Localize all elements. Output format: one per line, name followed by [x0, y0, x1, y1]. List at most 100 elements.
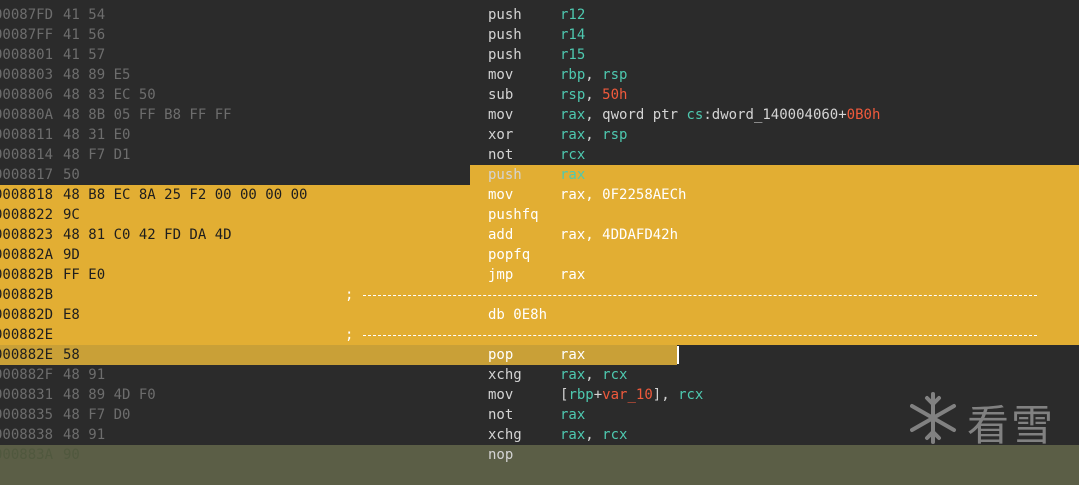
disasm-line[interactable]: 000882E 58 pop rax — [0, 345, 1079, 365]
instruction-mnemonic[interactable]: xchg — [488, 426, 522, 444]
opcode-bytes: 48 31 E0 — [63, 127, 131, 143]
instruction-mnemonic[interactable]: add — [488, 226, 513, 244]
disasm-line[interactable]: 000882B FF E0 jmp rax — [0, 265, 1079, 285]
line-address: 000882F — [0, 367, 54, 383]
instruction-mnemonic[interactable]: xchg — [488, 366, 522, 384]
instruction-mnemonic[interactable]: push — [488, 166, 522, 184]
instruction-operands[interactable]: r15 — [560, 46, 585, 64]
instruction-operands[interactable]: rsp, 50h — [560, 86, 627, 104]
instruction-operands[interactable]: rax — [560, 406, 585, 424]
instruction-mnemonic[interactable]: mov — [488, 106, 513, 124]
opcode-bytes: 48 B8 EC 8A 25 F2 00 00 00 00 — [63, 187, 308, 203]
instruction-operands[interactable]: rcx — [560, 146, 585, 164]
opcode-bytes: 48 91 — [63, 427, 106, 443]
instruction-mnemonic[interactable]: xor — [488, 126, 513, 144]
instruction-operands[interactable]: rbp, rsp — [560, 66, 627, 84]
disasm-line[interactable]: 0008823 48 81 C0 42 FD DA 4D add rax, 4DDAF… — [0, 225, 1079, 245]
instruction-mnemonic[interactable]: push — [488, 46, 522, 64]
instruction-operands[interactable]: rax, 0F2258AECh — [560, 186, 686, 204]
line-address: 0008814 — [0, 147, 54, 163]
instruction-operands[interactable]: rax, rsp — [560, 126, 627, 144]
instruction-mnemonic[interactable]: mov — [488, 186, 513, 204]
instruction-mnemonic[interactable]: mov — [488, 386, 513, 404]
disasm-line[interactable]: 0008806 48 83 EC 50 sub rsp, 50h — [0, 85, 1079, 105]
opcode-bytes: 48 83 EC 50 — [63, 87, 156, 103]
disasm-line[interactable]: 000882F 48 91 xchg rax, rcx — [0, 365, 1079, 385]
line-address: 0008811 — [0, 127, 54, 143]
line-address: 0008838 — [0, 427, 54, 443]
line-address: 00087FF — [0, 27, 54, 43]
instruction-operands[interactable]: rax — [560, 166, 585, 184]
opcode-bytes: 41 54 — [63, 7, 106, 23]
opcode-bytes: 41 57 — [63, 47, 106, 63]
line-address: 0008831 — [0, 387, 54, 403]
text-caret — [677, 346, 679, 364]
line-address: 000882B — [0, 287, 54, 303]
opcode-bytes: E8 — [63, 307, 80, 323]
opcode-bytes: 48 F7 D0 — [63, 407, 131, 423]
opcode-bytes: 48 89 E5 — [63, 67, 131, 83]
disasm-line[interactable]: 00087FF 41 56 push r14 — [0, 25, 1079, 45]
disasm-line[interactable]: 0008801 41 57 push r15 — [0, 45, 1079, 65]
disasm-line[interactable]: 0008803 48 89 E5 mov rbp, rsp — [0, 65, 1079, 85]
line-address: 000882D — [0, 307, 54, 323]
line-address: 0008835 — [0, 407, 54, 423]
line-address: 0008823 — [0, 227, 54, 243]
disasm-line[interactable]: 000880A 48 8B 05 FF B8 FF FF mov rax, qword… — [0, 105, 1079, 125]
disasm-line[interactable]: 000882D E8 db 0E8h — [0, 305, 1079, 325]
opcode-bytes: 90 — [63, 447, 80, 463]
instruction-mnemonic[interactable]: db 0E8h — [488, 306, 547, 324]
line-address: 0008801 — [0, 47, 54, 63]
instruction-mnemonic[interactable]: pop — [488, 346, 513, 364]
separator-line — [363, 335, 1037, 336]
disasm-line[interactable]: 0008814 48 F7 D1 not rcx — [0, 145, 1079, 165]
opcode-bytes: 50 — [63, 167, 80, 183]
instruction-mnemonic[interactable]: nop — [488, 446, 513, 464]
opcode-bytes: 9C — [63, 207, 80, 223]
line-address: 000880A — [0, 107, 54, 123]
watermark-text: 看雪 — [967, 401, 1056, 450]
disasm-line[interactable]: 0008818 48 B8 EC 8A 25 F2 00 00 00 00 mov r… — [0, 185, 1079, 205]
instruction-operands[interactable]: r12 — [560, 6, 585, 24]
instruction-mnemonic[interactable]: jmp — [488, 266, 513, 284]
instruction-operands[interactable]: rax — [560, 266, 585, 284]
disasm-line[interactable]: 0008817 50 push rax — [0, 165, 1079, 185]
instruction-operands[interactable]: rax, rcx — [560, 366, 627, 384]
instruction-mnemonic[interactable]: push — [488, 26, 522, 44]
instruction-mnemonic[interactable]: push — [488, 6, 522, 24]
instruction-mnemonic[interactable]: not — [488, 406, 513, 424]
snowflake-icon — [910, 392, 956, 444]
line-address: 000882B — [0, 267, 54, 283]
opcode-bytes: 48 F7 D1 — [63, 147, 131, 163]
line-address: 000883A — [0, 447, 54, 463]
line-address: 0008803 — [0, 67, 54, 83]
instruction-operands[interactable]: [rbp+var_10], rcx — [560, 386, 703, 404]
line-address: 0008817 — [0, 167, 54, 183]
instruction-mnemonic[interactable]: mov — [488, 66, 513, 84]
opcode-bytes: 41 56 — [63, 27, 106, 43]
instruction-operands[interactable]: r14 — [560, 26, 585, 44]
opcode-bytes: 48 91 — [63, 367, 106, 383]
instruction-operands[interactable]: rax, rcx — [560, 426, 627, 444]
disasm-line[interactable]: 000882A 9D popfq — [0, 245, 1079, 265]
disasm-line[interactable]: 0008811 48 31 E0 xor rax, rsp — [0, 125, 1079, 145]
instruction-mnemonic[interactable]: pushfq — [488, 206, 539, 224]
instruction-operands[interactable]: rax — [560, 346, 585, 364]
line-address: 000882E — [0, 347, 54, 363]
opcode-bytes: 58 — [63, 347, 80, 363]
separator-comment: ; — [345, 287, 354, 303]
separator-line — [363, 295, 1037, 296]
instruction-mnemonic[interactable]: sub — [488, 86, 513, 104]
line-address: 000882E — [0, 327, 54, 343]
opcode-bytes: FF E0 — [63, 267, 106, 283]
instruction-mnemonic[interactable]: popfq — [488, 246, 530, 264]
disasm-line[interactable]: 000882E; — [0, 325, 1079, 345]
disasm-line[interactable]: 0008822 9C pushfq — [0, 205, 1079, 225]
instruction-mnemonic[interactable]: not — [488, 146, 513, 164]
instruction-operands[interactable]: rax, 4DDAFD42h — [560, 226, 678, 244]
line-address: 0008806 — [0, 87, 54, 103]
instruction-operands[interactable]: rax, qword ptr cs:dword_140004060+0B0h — [560, 106, 880, 124]
disasm-line[interactable]: 000882B; — [0, 285, 1079, 305]
line-address: 0008818 — [0, 187, 54, 203]
disasm-line[interactable]: 00087FD 41 54 push r12 — [0, 5, 1079, 25]
